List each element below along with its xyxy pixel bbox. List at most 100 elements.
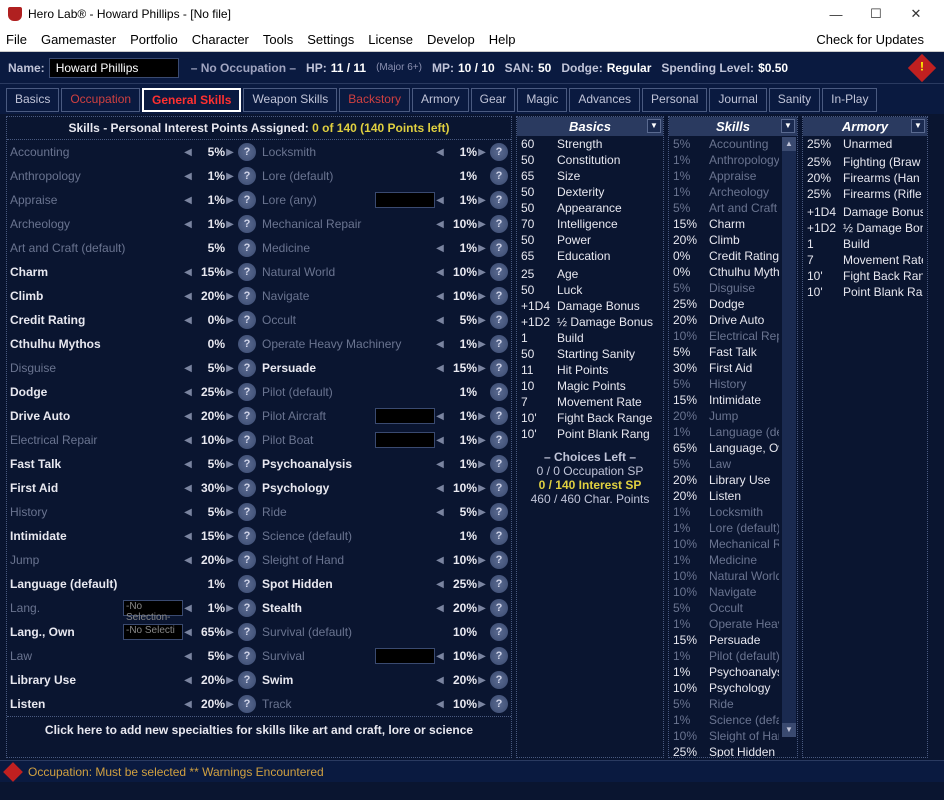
dropdown-icon[interactable]: ▼ <box>911 119 925 133</box>
increase-icon[interactable]: ▶ <box>225 267 235 278</box>
increase-icon[interactable]: ▶ <box>225 219 235 230</box>
decrease-icon[interactable]: ◀ <box>183 363 193 374</box>
help-icon[interactable]: ? <box>490 671 508 689</box>
decrease-icon[interactable]: ◀ <box>183 411 193 422</box>
help-icon[interactable]: ? <box>490 431 508 449</box>
help-icon[interactable]: ? <box>238 551 256 569</box>
tab-personal[interactable]: Personal <box>642 88 707 112</box>
help-icon[interactable]: ? <box>238 695 256 713</box>
decrease-icon[interactable]: ◀ <box>183 483 193 494</box>
increase-icon[interactable]: ▶ <box>225 363 235 374</box>
increase-icon[interactable]: ▶ <box>477 555 487 566</box>
help-icon[interactable]: ? <box>490 263 508 281</box>
scrollbar[interactable]: ▲▼ <box>782 137 796 737</box>
decrease-icon[interactable]: ◀ <box>183 507 193 518</box>
decrease-icon[interactable]: ◀ <box>183 603 193 614</box>
increase-icon[interactable]: ▶ <box>477 291 487 302</box>
alert-icon[interactable] <box>908 53 936 81</box>
decrease-icon[interactable]: ◀ <box>435 603 445 614</box>
decrease-icon[interactable]: ◀ <box>435 483 445 494</box>
skill-input[interactable] <box>375 192 435 208</box>
increase-icon[interactable]: ▶ <box>477 675 487 686</box>
increase-icon[interactable]: ▶ <box>225 195 235 206</box>
decrease-icon[interactable]: ◀ <box>183 555 193 566</box>
decrease-icon[interactable]: ◀ <box>435 339 445 350</box>
decrease-icon[interactable]: ◀ <box>435 411 445 422</box>
decrease-icon[interactable]: ◀ <box>435 675 445 686</box>
help-icon[interactable]: ? <box>490 551 508 569</box>
increase-icon[interactable]: ▶ <box>477 507 487 518</box>
increase-icon[interactable]: ▶ <box>225 459 235 470</box>
decrease-icon[interactable]: ◀ <box>183 675 193 686</box>
skill-input[interactable] <box>375 648 435 664</box>
decrease-icon[interactable]: ◀ <box>183 699 193 710</box>
increase-icon[interactable]: ▶ <box>477 243 487 254</box>
decrease-icon[interactable]: ◀ <box>183 315 193 326</box>
tab-sanity[interactable]: Sanity <box>769 88 820 112</box>
name-input[interactable] <box>49 58 179 78</box>
menu-license[interactable]: License <box>368 32 413 47</box>
help-icon[interactable]: ? <box>238 647 256 665</box>
help-icon[interactable]: ? <box>490 215 508 233</box>
menu-settings[interactable]: Settings <box>307 32 354 47</box>
menu-character[interactable]: Character <box>192 32 249 47</box>
help-icon[interactable]: ? <box>490 575 508 593</box>
decrease-icon[interactable]: ◀ <box>183 387 193 398</box>
decrease-icon[interactable]: ◀ <box>435 651 445 662</box>
help-icon[interactable]: ? <box>490 287 508 305</box>
help-icon[interactable]: ? <box>490 143 508 161</box>
tab-advances[interactable]: Advances <box>569 88 640 112</box>
skill-select[interactable]: -No Selecti <box>123 624 183 640</box>
decrease-icon[interactable]: ◀ <box>435 195 445 206</box>
increase-icon[interactable]: ▶ <box>477 435 487 446</box>
help-icon[interactable]: ? <box>238 287 256 305</box>
increase-icon[interactable]: ▶ <box>225 531 235 542</box>
help-icon[interactable]: ? <box>238 239 256 257</box>
help-icon[interactable]: ? <box>238 575 256 593</box>
tab-general-skills[interactable]: General Skills <box>142 88 241 112</box>
menu-gamemaster[interactable]: Gamemaster <box>41 32 116 47</box>
skill-input[interactable] <box>375 432 435 448</box>
increase-icon[interactable]: ▶ <box>477 315 487 326</box>
decrease-icon[interactable]: ◀ <box>435 507 445 518</box>
menu-portfolio[interactable]: Portfolio <box>130 32 178 47</box>
help-icon[interactable]: ? <box>490 407 508 425</box>
help-icon[interactable]: ? <box>238 191 256 209</box>
help-icon[interactable]: ? <box>238 671 256 689</box>
menu-tools[interactable]: Tools <box>263 32 293 47</box>
decrease-icon[interactable]: ◀ <box>435 147 445 158</box>
help-icon[interactable]: ? <box>238 623 256 641</box>
decrease-icon[interactable]: ◀ <box>183 171 193 182</box>
help-icon[interactable]: ? <box>490 359 508 377</box>
help-icon[interactable]: ? <box>490 311 508 329</box>
menu-file[interactable]: File <box>6 32 27 47</box>
decrease-icon[interactable]: ◀ <box>435 363 445 374</box>
menu-develop[interactable]: Develop <box>427 32 475 47</box>
decrease-icon[interactable]: ◀ <box>183 651 193 662</box>
increase-icon[interactable]: ▶ <box>477 267 487 278</box>
scroll-up-icon[interactable]: ▲ <box>782 137 796 151</box>
decrease-icon[interactable]: ◀ <box>183 147 193 158</box>
increase-icon[interactable]: ▶ <box>225 171 235 182</box>
decrease-icon[interactable]: ◀ <box>183 435 193 446</box>
decrease-icon[interactable]: ◀ <box>183 531 193 542</box>
increase-icon[interactable]: ▶ <box>225 699 235 710</box>
increase-icon[interactable]: ▶ <box>477 459 487 470</box>
help-icon[interactable]: ? <box>238 167 256 185</box>
decrease-icon[interactable]: ◀ <box>183 267 193 278</box>
help-icon[interactable]: ? <box>238 311 256 329</box>
increase-icon[interactable]: ▶ <box>225 603 235 614</box>
increase-icon[interactable]: ▶ <box>477 603 487 614</box>
help-icon[interactable]: ? <box>490 455 508 473</box>
increase-icon[interactable]: ▶ <box>225 411 235 422</box>
tab-basics[interactable]: Basics <box>6 88 59 112</box>
help-icon[interactable]: ? <box>490 191 508 209</box>
tab-occupation[interactable]: Occupation <box>61 88 140 112</box>
increase-icon[interactable]: ▶ <box>477 651 487 662</box>
close-button[interactable]: ✕ <box>896 6 936 22</box>
dropdown-icon[interactable]: ▼ <box>781 119 795 133</box>
help-icon[interactable]: ? <box>490 239 508 257</box>
add-specialty-button[interactable]: Click here to add new specialties for sk… <box>7 716 511 743</box>
decrease-icon[interactable]: ◀ <box>435 699 445 710</box>
increase-icon[interactable]: ▶ <box>477 483 487 494</box>
